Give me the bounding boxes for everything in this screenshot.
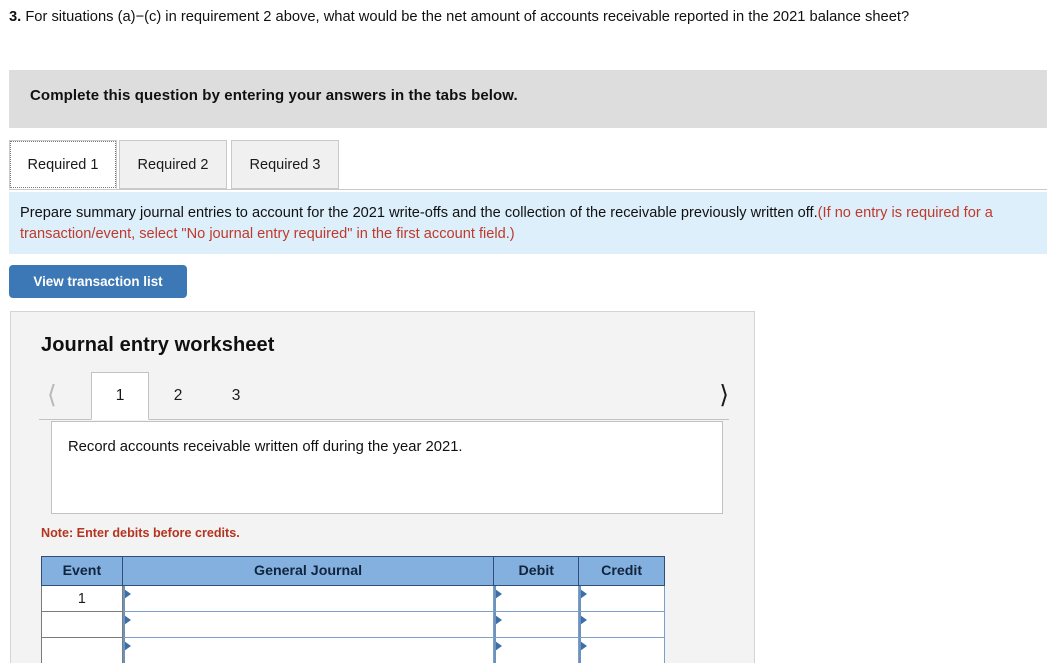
pager-page-3-label: 3: [231, 387, 241, 404]
table-row: [41, 611, 665, 638]
instruction-banner: Complete this question by entering your …: [9, 70, 1047, 128]
tab-required-1-label: Required 1: [27, 156, 99, 173]
instruction-banner-label: Complete this question by entering your …: [30, 87, 518, 104]
column-header-debit: Debit: [493, 556, 580, 586]
question-number: 3.: [9, 9, 22, 25]
worksheet-title: Journal entry worksheet: [41, 334, 275, 356]
question-body: For situations (a)−(c) in requirement 2 …: [21, 9, 910, 25]
cell-general-journal-select[interactable]: [121, 637, 495, 663]
column-header-event: Event: [41, 556, 123, 586]
worksheet-pager: ⟨ 1 2 3 ⟩: [39, 372, 729, 420]
cell-event: 1: [41, 585, 123, 612]
pager-page-2-label: 2: [173, 387, 183, 404]
cell-credit-input[interactable]: [578, 585, 665, 612]
cell-event: [41, 637, 123, 663]
tab-required-3-label: Required 3: [249, 156, 321, 173]
pager-page-1[interactable]: 1: [91, 372, 149, 420]
column-header-general-journal: General Journal: [121, 556, 495, 586]
journal-entry-table: Event General Journal Debit Credit 1: [41, 556, 665, 663]
tab-required-2-label: Required 2: [137, 156, 209, 173]
cell-debit-input[interactable]: [493, 637, 580, 663]
journal-entry-worksheet-panel: Journal entry worksheet ⟨ 1 2 3 ⟩ Record…: [10, 311, 755, 663]
tab-required-3[interactable]: Required 3: [231, 140, 339, 189]
pager-page-3[interactable]: 3: [207, 372, 265, 420]
column-header-credit: Credit: [578, 556, 665, 586]
table-header-row: Event General Journal Debit Credit: [41, 556, 665, 586]
cell-credit-input[interactable]: [578, 611, 665, 638]
chevron-right-icon[interactable]: ⟩: [719, 376, 729, 414]
cell-general-journal-select[interactable]: [121, 585, 495, 612]
debits-before-credits-note: Note: Enter debits before credits.: [41, 526, 240, 540]
pager-page-1-label: 1: [115, 387, 125, 404]
pager-page-2[interactable]: 2: [149, 372, 207, 420]
cell-event: [41, 611, 123, 638]
chevron-left-icon[interactable]: ⟨: [47, 376, 57, 414]
tab-required-2[interactable]: Required 2: [119, 140, 227, 189]
required-tabstrip: Required 1 Required 2 Required 3: [9, 140, 1047, 190]
tab-required-1[interactable]: Required 1: [9, 140, 117, 189]
instruction-black-text: Prepare summary journal entries to accou…: [20, 205, 818, 221]
cell-debit-input[interactable]: [493, 585, 580, 612]
question-text: 3. For situations (a)−(c) in requirement…: [0, 0, 1063, 28]
entry-description-box: Record accounts receivable written off d…: [51, 421, 723, 514]
entry-description-text: Record accounts receivable written off d…: [68, 439, 463, 455]
table-row: 1: [41, 585, 665, 612]
cell-general-journal-select[interactable]: [121, 611, 495, 638]
table-row: [41, 637, 665, 663]
cell-credit-input[interactable]: [578, 637, 665, 663]
requirement-instruction-panel: Prepare summary journal entries to accou…: [9, 192, 1047, 254]
cell-debit-input[interactable]: [493, 611, 580, 638]
view-transaction-list-button[interactable]: View transaction list: [9, 265, 187, 298]
